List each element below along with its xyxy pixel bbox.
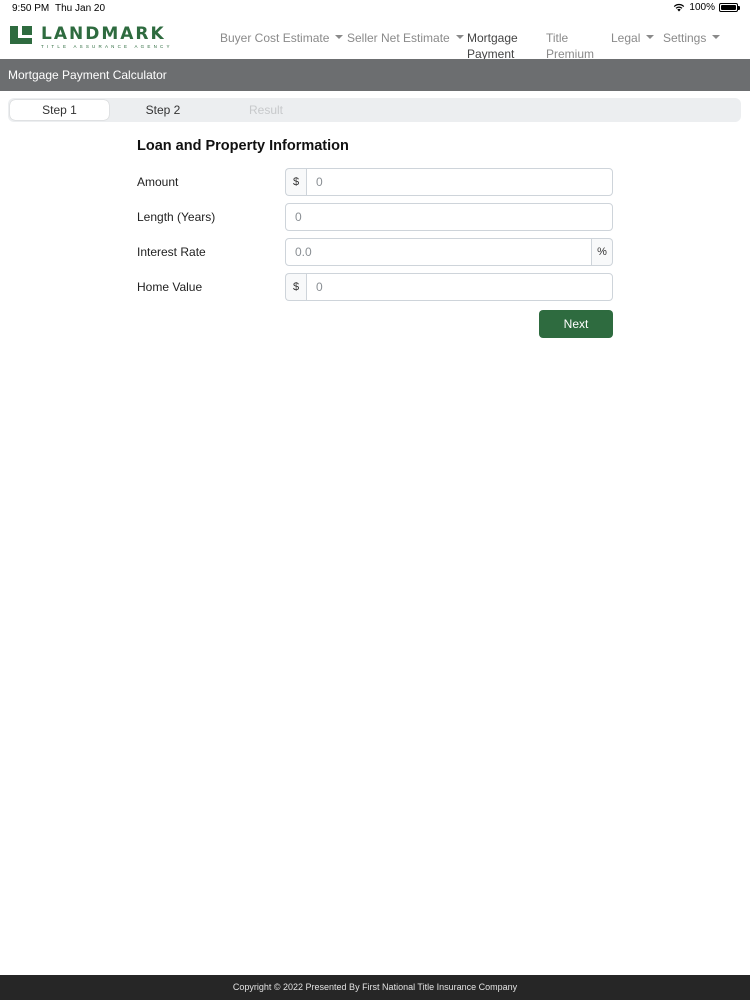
- tab-step-2[interactable]: Step 2: [114, 100, 212, 120]
- nav-settings[interactable]: Settings: [663, 30, 721, 46]
- home-value-input-group: $: [285, 273, 613, 301]
- wifi-icon: [674, 3, 685, 12]
- length-years-input[interactable]: [285, 203, 613, 231]
- length-label: Length (Years): [137, 210, 216, 224]
- amount-label: Amount: [137, 175, 179, 189]
- dollar-prefix: $: [285, 168, 306, 196]
- page-title-bar: Mortgage Payment Calculator: [0, 59, 750, 91]
- tab-step-1[interactable]: Step 1: [10, 100, 109, 120]
- caret-down-icon: [712, 35, 721, 39]
- interest-rate-input-group: %: [285, 238, 613, 266]
- tab-result: Result: [248, 103, 283, 117]
- nav-label-line1: Title: [546, 31, 569, 45]
- home-value-input[interactable]: [306, 273, 613, 301]
- amount-input-group: $: [285, 168, 613, 196]
- next-button[interactable]: Next: [539, 310, 613, 338]
- brand-logo[interactable]: LANDMARK TITLE ASSURANCE AGENCY: [10, 26, 173, 50]
- battery-percent: 100%: [689, 2, 715, 13]
- nav-buyer-cost-estimate[interactable]: Buyer Cost Estimate: [220, 30, 344, 46]
- nav-label: Buyer Cost Estimate: [220, 31, 330, 45]
- nav-title-premium[interactable]: Title Premium: [546, 30, 594, 62]
- status-bar: 9:50 PM Thu Jan 20 100%: [0, 0, 750, 18]
- interest-rate-label: Interest Rate: [137, 245, 206, 259]
- caret-down-icon: [335, 35, 344, 39]
- nav-label: Legal: [611, 31, 641, 45]
- amount-input[interactable]: [306, 168, 613, 196]
- percent-suffix: %: [592, 238, 613, 266]
- status-date: Thu Jan 20: [55, 3, 106, 14]
- battery-icon: [719, 3, 740, 12]
- caret-down-icon: [646, 35, 655, 39]
- home-value-label: Home Value: [137, 280, 203, 294]
- step-tabs: Step 1 Step 2 Result: [8, 98, 741, 122]
- logo-mark-icon: [10, 26, 34, 44]
- footer-copyright: Copyright © 2022 Presented By First Nati…: [232, 982, 518, 992]
- nav-legal[interactable]: Legal: [611, 30, 655, 46]
- interest-rate-input[interactable]: [285, 238, 592, 266]
- brand-tagline: TITLE ASSURANCE AGENCY: [41, 44, 173, 49]
- caret-down-icon: [455, 35, 464, 39]
- footer: Copyright © 2022 Presented By First Nati…: [0, 975, 750, 1000]
- form-heading: Loan and Property Information: [137, 138, 349, 154]
- page-title: Mortgage Payment Calculator: [8, 68, 167, 82]
- nav-label: Seller Net Estimate: [347, 31, 450, 45]
- status-time: 9:50 PM: [12, 3, 50, 14]
- brand-name: LANDMARK: [41, 24, 166, 44]
- nav-mortgage-payment[interactable]: Mortgage Payment: [467, 30, 518, 62]
- nav-seller-net-estimate[interactable]: Seller Net Estimate: [347, 30, 464, 46]
- nav-label-line1: Mortgage: [467, 31, 518, 45]
- dollar-prefix: $: [285, 273, 306, 301]
- nav-label: Settings: [663, 31, 707, 45]
- length-input-group: [285, 203, 613, 231]
- status-indicators: 100%: [673, 2, 740, 13]
